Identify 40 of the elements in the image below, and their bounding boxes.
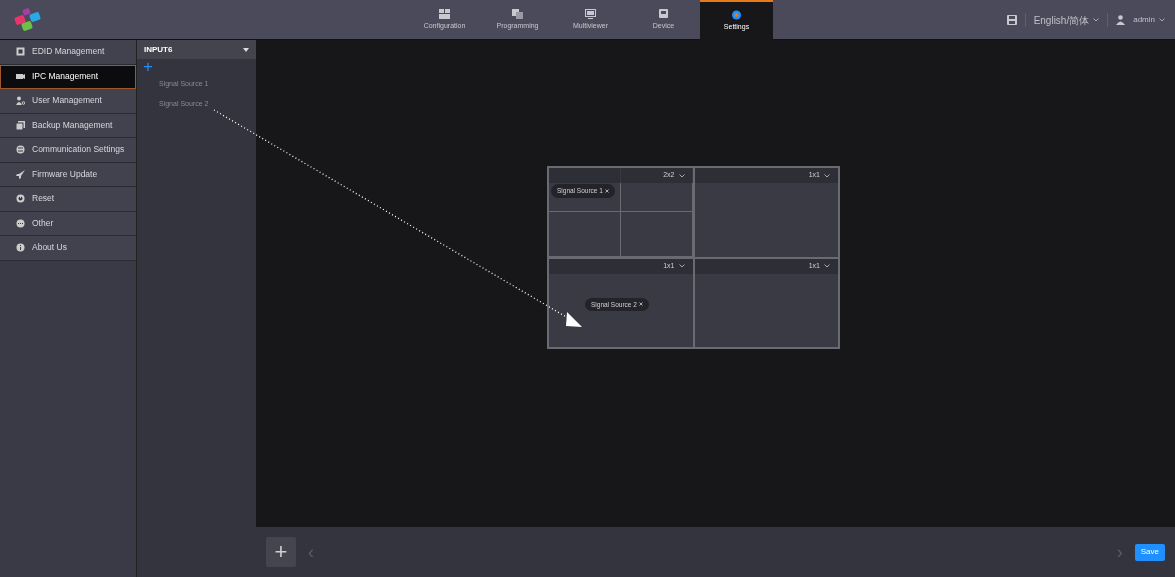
sidebar-item[interactable]: Reset bbox=[0, 187, 136, 212]
chevron-down-icon bbox=[824, 264, 830, 268]
add-button[interactable]: + bbox=[266, 537, 296, 567]
close-icon[interactable] bbox=[604, 188, 609, 193]
sidebar-item[interactable]: Communication Settings bbox=[0, 138, 136, 163]
power-icon bbox=[16, 194, 25, 204]
chevron-down-icon bbox=[824, 173, 830, 178]
info-icon bbox=[16, 243, 25, 253]
sidebar-item[interactable]: IPC Management bbox=[0, 64, 136, 89]
close-icon[interactable] bbox=[638, 302, 643, 307]
chevron-down-icon bbox=[1093, 18, 1100, 22]
sidebar-item[interactable]: About Us bbox=[0, 236, 136, 261]
user-dropdown[interactable]: admin bbox=[1133, 14, 1165, 26]
sidebar-item[interactable]: Other bbox=[0, 211, 136, 236]
device-icon bbox=[658, 8, 669, 19]
monitor-icon bbox=[585, 8, 596, 19]
layers-icon bbox=[512, 8, 523, 19]
add-source-button[interactable]: + bbox=[137, 59, 157, 75]
dots-icon bbox=[16, 218, 25, 228]
logo-icon bbox=[14, 8, 42, 32]
settings-icon bbox=[731, 9, 742, 20]
globe-icon bbox=[16, 145, 25, 155]
rocket-icon bbox=[16, 169, 25, 179]
input-dropdown[interactable]: INPUT6 bbox=[137, 40, 256, 59]
copy-icon bbox=[16, 120, 25, 130]
sidebar-item[interactable]: User Management bbox=[0, 89, 136, 114]
sidebar-item[interactable]: Firmware Update bbox=[0, 162, 136, 187]
chevron-down-icon bbox=[1159, 18, 1165, 22]
sidebar-item[interactable]: Backup Management bbox=[0, 113, 136, 138]
user-icon bbox=[16, 96, 25, 106]
grid-icon bbox=[439, 8, 450, 19]
chip-icon bbox=[16, 47, 25, 57]
camera-icon bbox=[16, 72, 25, 82]
language-dropdown[interactable]: English/简体 bbox=[1033, 12, 1100, 28]
save-icon[interactable] bbox=[1006, 15, 1017, 25]
chevron-down-icon bbox=[678, 264, 685, 268]
user-icon bbox=[1116, 15, 1126, 25]
chevron-down-icon bbox=[678, 173, 685, 178]
caret-icon bbox=[243, 47, 249, 52]
sidebar-item[interactable]: EDID Management bbox=[0, 40, 136, 65]
